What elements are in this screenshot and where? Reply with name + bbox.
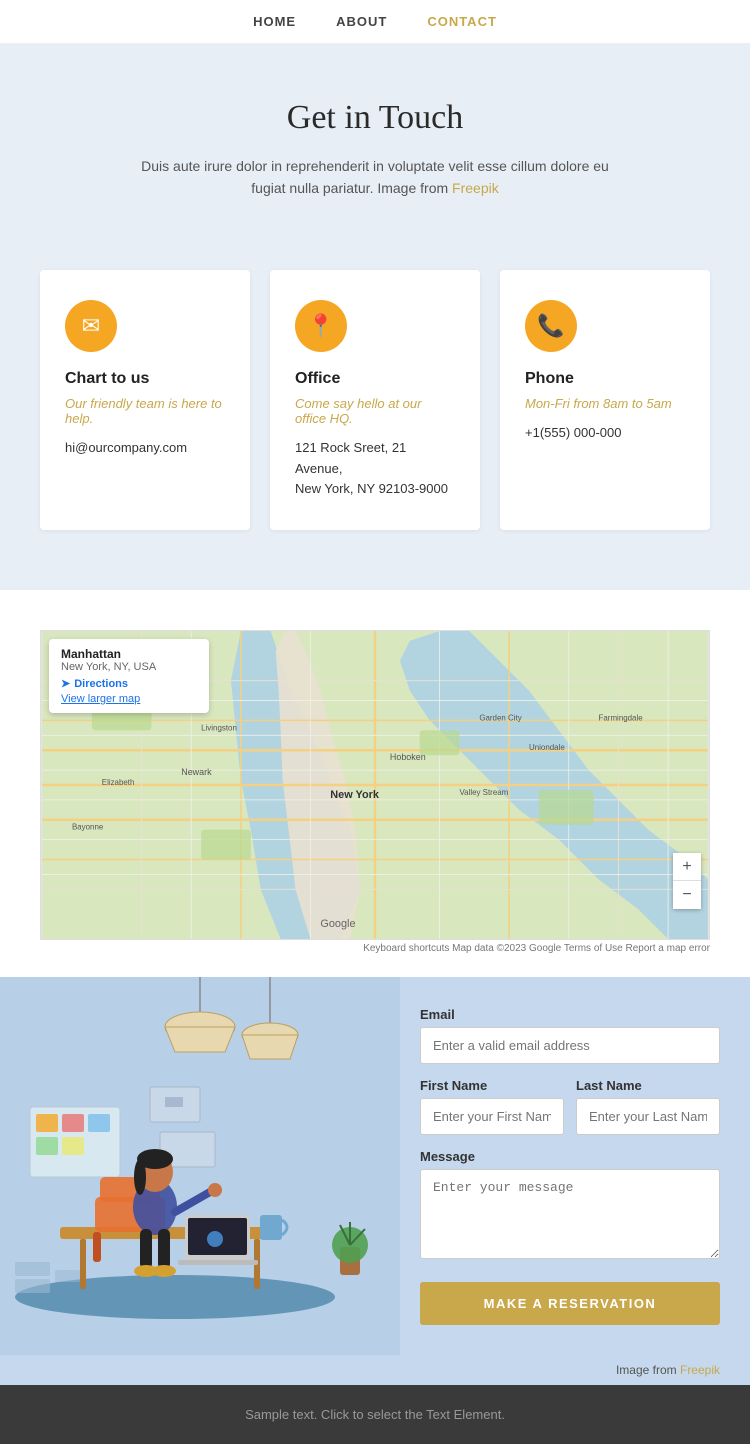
map-container[interactable]: New York Newark Hoboken Bayonne Garden C…	[40, 630, 710, 940]
card-office: 📍 Office Come say hello at our office HQ…	[270, 270, 480, 530]
phone-icon: 📞	[525, 300, 577, 352]
image-credit: Image from Freepik	[0, 1355, 750, 1385]
svg-text:Bayonne: Bayonne	[72, 823, 104, 832]
email-field-group: Email	[420, 1007, 720, 1064]
location-icon: 📍	[295, 300, 347, 352]
zoom-in-button[interactable]: +	[673, 853, 701, 881]
message-textarea[interactable]	[420, 1169, 720, 1259]
nav-home[interactable]: HOME	[253, 14, 296, 29]
nav-contact[interactable]: CONTACT	[427, 14, 497, 29]
svg-text:Elizabeth: Elizabeth	[102, 778, 135, 787]
card-chat-title: Chart to us	[65, 370, 225, 388]
footer: Sample text. Click to select the Text El…	[0, 1385, 750, 1444]
map-section: New York Newark Hoboken Bayonne Garden C…	[0, 590, 750, 977]
hero-freepik-link[interactable]: Freepik	[452, 180, 499, 196]
email-input[interactable]	[420, 1027, 720, 1064]
zoom-out-button[interactable]: −	[673, 881, 701, 909]
map-directions-btn[interactable]: ➤ Directions	[61, 677, 128, 690]
svg-text:Valley Stream: Valley Stream	[459, 788, 508, 797]
card-office-subtitle: Come say hello at our office HQ.	[295, 396, 455, 426]
card-phone-subtitle: Mon-Fri from 8am to 5am	[525, 396, 685, 411]
map-place-sub: New York, NY, USA	[61, 661, 197, 673]
lastname-input[interactable]	[576, 1098, 720, 1135]
svg-text:Garden City: Garden City	[479, 714, 521, 723]
contact-cards: ✉ Chart to us Our friendly team is here …	[40, 270, 710, 530]
svg-text:Newark: Newark	[181, 767, 212, 777]
footer-text: Sample text. Click to select the Text El…	[245, 1407, 505, 1422]
lastname-field-group: Last Name	[576, 1078, 720, 1135]
contact-form-area: Email First Name Last Name Message MAKE …	[400, 977, 750, 1355]
lastname-label: Last Name	[576, 1078, 720, 1093]
svg-text:Hoboken: Hoboken	[390, 752, 426, 762]
card-phone-title: Phone	[525, 370, 685, 388]
illustration-svg	[0, 977, 400, 1337]
view-larger-map-link[interactable]: View larger map	[61, 693, 197, 705]
map-popup: Manhattan New York, NY, USA ➤ Directions…	[49, 639, 209, 713]
message-field-group: Message	[420, 1149, 720, 1264]
firstname-input[interactable]	[420, 1098, 564, 1135]
card-chat: ✉ Chart to us Our friendly team is here …	[40, 270, 250, 530]
submit-button[interactable]: MAKE A RESERVATION	[420, 1282, 720, 1325]
svg-text:Uniondale: Uniondale	[529, 743, 565, 752]
name-row: First Name Last Name	[420, 1078, 720, 1149]
card-chat-detail: hi@ourcompany.com	[65, 438, 225, 459]
map-zoom-controls: + −	[673, 853, 701, 909]
contact-illustration	[0, 977, 400, 1355]
svg-text:Google: Google	[320, 918, 355, 930]
message-label: Message	[420, 1149, 720, 1164]
cards-section: ✉ Chart to us Our friendly team is here …	[0, 250, 750, 590]
image-credit-link[interactable]: Freepik	[680, 1363, 720, 1377]
hero-body: Duis aute irure dolor in reprehenderit i…	[125, 155, 625, 200]
card-chat-subtitle: Our friendly team is here to help.	[65, 396, 225, 426]
svg-text:Livingston: Livingston	[201, 724, 237, 733]
card-phone: 📞 Phone Mon-Fri from 8am to 5am +1(555) …	[500, 270, 710, 530]
contact-section: Email First Name Last Name Message MAKE …	[0, 977, 750, 1355]
navigation: HOME ABOUT CONTACT	[0, 0, 750, 44]
svg-text:Farmingdale: Farmingdale	[599, 714, 644, 723]
email-icon: ✉	[65, 300, 117, 352]
firstname-field-group: First Name	[420, 1078, 564, 1135]
page-title: Get in Touch	[40, 99, 710, 137]
svg-text:New York: New York	[330, 789, 380, 801]
nav-about[interactable]: ABOUT	[336, 14, 387, 29]
map-place-name: Manhattan	[61, 647, 197, 661]
directions-arrow-icon: ➤	[61, 677, 70, 690]
hero-section: Get in Touch Duis aute irure dolor in re…	[0, 44, 750, 250]
card-office-title: Office	[295, 370, 455, 388]
card-office-detail: 121 Rock Sreet, 21 Avenue,New York, NY 9…	[295, 438, 455, 500]
firstname-label: First Name	[420, 1078, 564, 1093]
email-label: Email	[420, 1007, 720, 1022]
card-phone-detail: +1(555) 000-000	[525, 423, 685, 444]
map-footer: Keyboard shortcuts Map data ©2023 Google…	[40, 940, 710, 957]
